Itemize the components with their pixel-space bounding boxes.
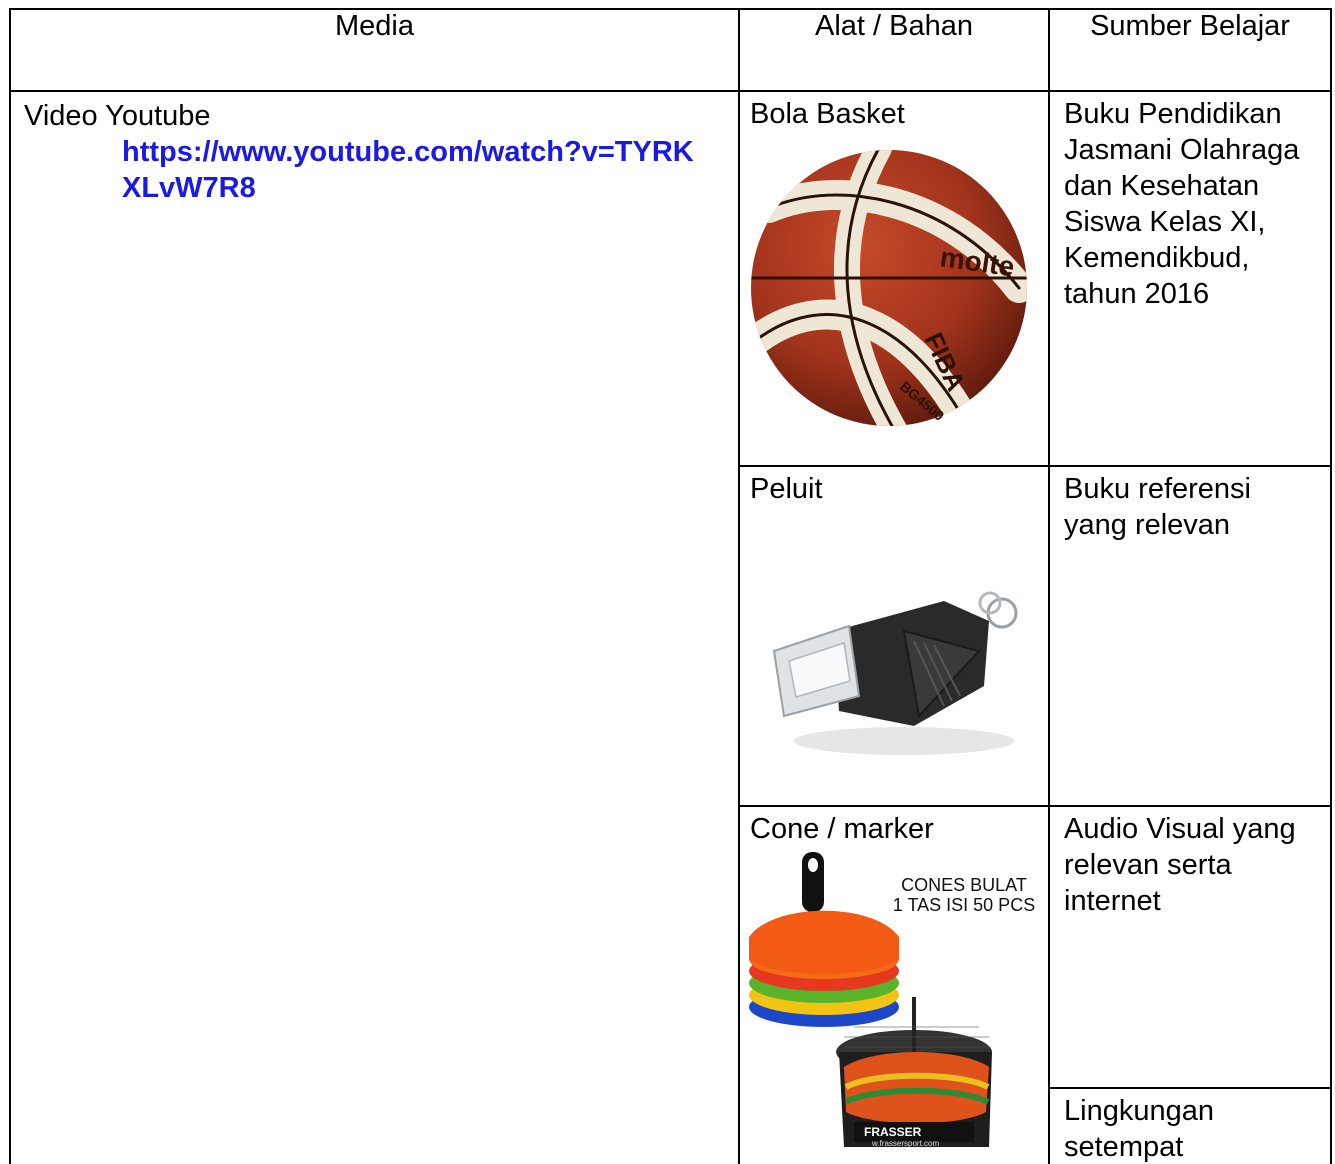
- cones-caption: CONES BULAT 1 TAS ISI 50 PCS: [884, 875, 1044, 915]
- sumber-cell-2: Buku referensi yang relevan: [1048, 465, 1332, 807]
- alat-cell-whistle: Peluit: [738, 465, 1050, 807]
- sumber-cell-3: Audio Visual yang relevan serta internet: [1048, 805, 1332, 1089]
- sumber-text-1: Buku Pendidikan Jasmani Olahraga dan Kes…: [1064, 98, 1300, 310]
- alat-cell-basketball: Bola Basket molte FIBA BG4500: [738, 90, 1050, 467]
- basketball-image: molte FIBA BG4500: [751, 150, 1027, 426]
- whistle-image: [772, 591, 1018, 755]
- header-row: Media Alat / Bahan Sumber Belajar: [9, 8, 1332, 92]
- learning-resources-table: Media Alat / Bahan Sumber Belajar Video …: [9, 8, 1332, 1164]
- table-row: Video Youtube https://www.youtube.com/wa…: [9, 90, 1332, 1164]
- media-cell: Video Youtube https://www.youtube.com/wa…: [9, 90, 740, 1164]
- sumber-cell-1: Buku Pendidikan Jasmani Olahraga dan Kes…: [1048, 90, 1332, 467]
- sumber-cell-4: Lingkungan setempat: [1048, 1087, 1332, 1164]
- header-media: Media: [9, 8, 740, 92]
- cones-brand-text: FRASSER: [864, 1125, 922, 1139]
- cones-caption-line1: CONES BULAT: [901, 875, 1027, 895]
- alat-label-cones: Cone / marker: [750, 813, 934, 845]
- cones-brand-url: w.frassersport.com: [871, 1139, 939, 1147]
- alat-label-whistle: Peluit: [750, 473, 823, 505]
- sumber-text-2: Buku referensi yang relevan: [1064, 473, 1251, 541]
- youtube-link[interactable]: https://www.youtube.com/watch?v=TYRKXLvW…: [24, 134, 728, 206]
- sumber-text-4: Lingkungan setempat: [1064, 1095, 1214, 1163]
- cones-caption-line2: 1 TAS ISI 50 PCS: [892, 895, 1036, 915]
- media-title: Video Youtube: [24, 100, 211, 132]
- alat-cell-cones: Cone / marker FRASSER w.frassersport.com…: [738, 805, 1050, 1164]
- sumber-text-3: Audio Visual yang relevan serta internet: [1064, 813, 1296, 917]
- document-page: Media Alat / Bahan Sumber Belajar Video …: [0, 0, 1335, 1164]
- alat-label-basketball: Bola Basket: [750, 98, 905, 130]
- header-alat-bahan: Alat / Bahan: [738, 8, 1050, 92]
- header-sumber-belajar: Sumber Belajar: [1048, 8, 1332, 92]
